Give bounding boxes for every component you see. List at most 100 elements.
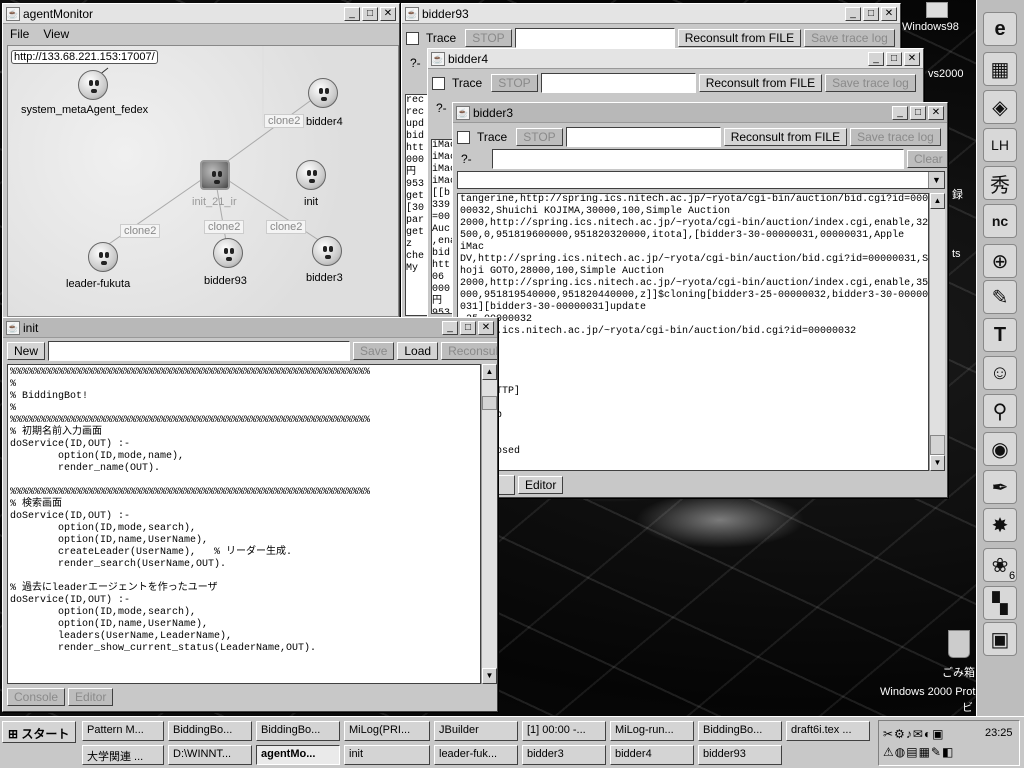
titlebar-init[interactable]: ☕ init _ □ ✕ xyxy=(3,318,497,338)
trace-checkbox[interactable] xyxy=(457,130,470,144)
reconsult-button[interactable]: Reconsult xyxy=(441,342,497,360)
task-timer[interactable]: [1] 00:00 -... xyxy=(522,721,606,741)
maximize-button[interactable]: □ xyxy=(886,51,902,66)
stop-button[interactable]: STOP xyxy=(491,74,538,92)
command-field[interactable] xyxy=(565,127,721,147)
vertical-scrollbar[interactable]: ▲ ▼ xyxy=(481,364,497,684)
scroll-thumb[interactable] xyxy=(930,435,945,455)
task-biddingbot-2[interactable]: BiddingBo... xyxy=(256,721,340,741)
task-jbuilder[interactable]: JBuilder xyxy=(434,721,518,741)
scroll-thumb[interactable] xyxy=(482,396,497,410)
task-draft[interactable]: draft6i.tex ... xyxy=(786,721,870,741)
task-biddingbot-3[interactable]: BiddingBo... xyxy=(698,721,782,741)
book-icon[interactable]: LH xyxy=(983,128,1017,162)
close-button[interactable]: ✕ xyxy=(380,6,396,21)
agent-icon-init21[interactable] xyxy=(200,160,230,190)
person-icon[interactable]: ☺ xyxy=(983,356,1017,390)
scroll-up-arrow[interactable]: ▲ xyxy=(482,364,497,380)
minimize-button[interactable]: _ xyxy=(868,51,884,66)
console-tab[interactable]: Console xyxy=(7,688,66,706)
tools-icon[interactable]: ✎ xyxy=(983,280,1017,314)
task-bidder4[interactable]: bidder4 xyxy=(610,745,694,765)
task-init[interactable]: init xyxy=(344,745,430,765)
menu-view[interactable]: View xyxy=(36,27,76,41)
minimize-button[interactable]: _ xyxy=(892,105,908,120)
minimize-button[interactable]: _ xyxy=(442,320,458,335)
agent-icon-meta[interactable] xyxy=(78,70,108,100)
acrobat-icon[interactable]: ✸ xyxy=(983,508,1017,542)
cube-icon[interactable]: ◈ xyxy=(983,90,1017,124)
task-milog-run[interactable]: MiLog-run... xyxy=(610,721,694,741)
magnifier-icon[interactable]: ⚲ xyxy=(983,394,1017,428)
editor-tab[interactable]: Editor xyxy=(518,476,564,494)
task-bidder3[interactable]: bidder3 xyxy=(522,745,606,765)
reconsult-button[interactable]: Reconsult from FILE xyxy=(677,29,802,47)
stop-button[interactable]: STOP xyxy=(465,29,512,47)
trace-log[interactable]: tangerine,http://spring.ics.nitech.ac.jp… xyxy=(457,193,929,471)
pen-tool-icon[interactable]: ✒ xyxy=(983,470,1017,504)
close-button[interactable]: ✕ xyxy=(478,320,494,335)
agent-graph-canvas[interactable]: http://133.68.221.153:17007/ system_meta… xyxy=(7,45,399,317)
titlebar-bidder4[interactable]: ☕ bidder4 _ □ ✕ xyxy=(428,49,923,69)
desktop-icon-trash[interactable]: ごみ箱 xyxy=(940,630,980,680)
load-button[interactable]: Load xyxy=(397,342,439,360)
nc-icon[interactable]: nc xyxy=(983,204,1017,238)
reconsult-button[interactable]: Reconsult from FILE xyxy=(723,128,848,146)
stop-button[interactable]: STOP xyxy=(516,128,563,146)
kanji-app-icon[interactable]: 秀 xyxy=(983,166,1017,200)
maximize-button[interactable]: □ xyxy=(863,6,879,21)
agent-icon-bidder4[interactable] xyxy=(308,78,338,108)
computer-icon[interactable]: ▣ xyxy=(983,622,1017,656)
task-agentmonitor[interactable]: agentMo... xyxy=(256,745,340,765)
task-pattern[interactable]: Pattern M... xyxy=(82,721,164,741)
trace-checkbox[interactable] xyxy=(432,76,445,90)
save-trace-log-button[interactable]: Save trace log xyxy=(804,29,895,47)
file-name-field[interactable] xyxy=(48,341,351,361)
close-button[interactable]: ✕ xyxy=(881,6,897,21)
titlebar-bidder93[interactable]: ☕ bidder93 _ □ ✕ xyxy=(402,4,900,24)
eye-icon[interactable]: ◉ xyxy=(983,432,1017,466)
trace-checkbox[interactable] xyxy=(406,31,419,45)
close-button[interactable]: ✕ xyxy=(928,105,944,120)
text-editor-icon[interactable]: T xyxy=(983,318,1017,352)
maximize-button[interactable]: □ xyxy=(460,320,476,335)
titlebar-agentmonitor[interactable]: ☕ agentMonitor _ □ ✕ xyxy=(3,4,399,24)
minimize-button[interactable]: _ xyxy=(344,6,360,21)
task-winnt[interactable]: D:\WINNT... xyxy=(168,745,252,765)
maximize-button[interactable]: □ xyxy=(362,6,378,21)
start-button[interactable]: ⊞ スタート xyxy=(2,721,76,743)
save-trace-log-button[interactable]: Save trace log xyxy=(825,74,916,92)
query-input[interactable] xyxy=(492,149,904,169)
agent-icon-bidder3[interactable] xyxy=(312,236,342,266)
task-milog-pri[interactable]: MiLog(PRI... xyxy=(344,721,430,741)
history-dropdown[interactable]: ▼ xyxy=(457,171,945,189)
task-biddingbot-1[interactable]: BiddingBo... xyxy=(168,721,252,741)
minimize-button[interactable]: _ xyxy=(845,6,861,21)
command-field[interactable] xyxy=(514,28,675,48)
agent-icon-leader[interactable] xyxy=(88,242,118,272)
search-globe-icon[interactable]: ⊕ xyxy=(983,244,1017,278)
network-icon[interactable]: ▦ xyxy=(983,52,1017,86)
program-editor[interactable]: %%%%%%%%%%%%%%%%%%%%%%%%%%%%%%%%%%%%%%%%… xyxy=(7,364,481,684)
scroll-down-arrow[interactable]: ▼ xyxy=(930,455,945,471)
ie-icon[interactable]: e xyxy=(983,12,1017,46)
vertical-scrollbar[interactable]: ▲ ▼ xyxy=(929,193,945,471)
task-leader[interactable]: leader-fuk... xyxy=(434,745,518,765)
grid-app-icon[interactable]: ▚ xyxy=(983,586,1017,620)
titlebar-bidder3[interactable]: ☕ bidder3 _ □ ✕ xyxy=(453,103,947,123)
chevron-down-icon[interactable]: ▼ xyxy=(928,172,944,188)
clock[interactable]: 23:25 xyxy=(985,727,1013,739)
editor-tab[interactable]: Editor xyxy=(68,688,114,706)
command-field[interactable] xyxy=(540,73,696,93)
scroll-down-arrow[interactable]: ▼ xyxy=(482,668,497,684)
agent-icon-init[interactable] xyxy=(296,160,326,190)
save-trace-log-button[interactable]: Save trace log xyxy=(850,128,941,146)
task-bidder93[interactable]: bidder93 xyxy=(698,745,782,765)
desktop-icon-windows98[interactable]: Windows98 xyxy=(902,2,962,38)
maximize-button[interactable]: □ xyxy=(910,105,926,120)
close-button[interactable]: ✕ xyxy=(904,51,920,66)
clear-button[interactable]: Clear xyxy=(907,150,947,168)
scroll-up-arrow[interactable]: ▲ xyxy=(930,193,945,209)
new-button[interactable]: New xyxy=(7,342,46,360)
reconsult-button[interactable]: Reconsult from FILE xyxy=(698,74,823,92)
